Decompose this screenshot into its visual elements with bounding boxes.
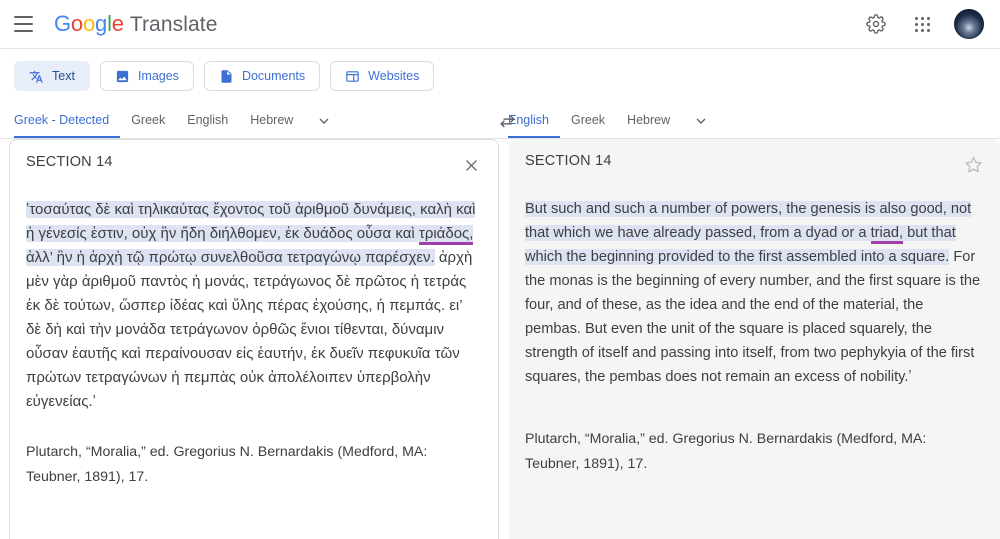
language-bar: Greek - Detected Greek English Hebrew En… [0, 103, 1000, 139]
top-bar-actions [862, 9, 984, 39]
tab-images-label: Images [137, 69, 179, 83]
source-lang-greek-detected[interactable]: Greek - Detected [14, 103, 121, 138]
source-text-remainder: ἀρχὴ μὲν γὰρ ἀριθμοῦ παντὸς ἡ μονάς, τετ… [26, 249, 473, 410]
target-text-remainder: For the monas is the beginning of every … [525, 249, 981, 385]
google-logo: Google [54, 11, 124, 36]
close-icon[interactable] [460, 154, 482, 176]
source-lang-label: English [187, 112, 229, 127]
image-icon [116, 70, 129, 82]
target-lang-hebrew[interactable]: Hebrew [616, 103, 681, 138]
tab-websites[interactable]: Websites [330, 61, 435, 91]
apps-grid-dots [914, 16, 930, 32]
source-lang-label: Hebrew [250, 112, 294, 127]
star-outline-icon[interactable] [962, 153, 984, 175]
target-lang-label: Greek [571, 112, 606, 127]
mode-tab-bar: Text Images Documents Websites [0, 48, 1000, 103]
source-text-highlighted-2: ἀλλ’ ἣν ἡ ἀρχὴ τῷ πρώτῳ συνελθοῦσα τετρα… [26, 249, 435, 266]
source-text-content[interactable]: ʽτοσαύτας δὲ καὶ τηλικαύτας ἔχοντος τοῦ … [10, 176, 498, 414]
source-panel-title: SECTION 14 [26, 154, 113, 170]
tab-documents[interactable]: Documents [203, 61, 321, 91]
target-text-underlined: triad, [870, 225, 904, 244]
apps-grid-icon[interactable] [908, 10, 936, 38]
swap-languages-button[interactable] [490, 103, 524, 139]
source-language-selector: Greek - Detected Greek English Hebrew [0, 103, 486, 138]
swap-horizontal-icon [499, 114, 515, 128]
source-text-panel: SECTION 14 ʽτοσαύτας δὲ καὶ τηλικαύτας ἔ… [9, 139, 499, 539]
target-text-content[interactable]: But such and such a number of powers, th… [509, 175, 1000, 389]
product-name: Translate [129, 13, 218, 36]
website-icon [346, 70, 359, 82]
source-lang-greek[interactable]: Greek [120, 103, 176, 138]
chevron-down-icon [696, 118, 706, 124]
target-panel-title: SECTION 14 [525, 153, 612, 169]
tab-websites-label: Websites [368, 69, 420, 83]
hamburger-menu-icon[interactable] [14, 11, 40, 37]
source-citation: Plutarch, “Moralia,” ed. Gregorius N. Be… [26, 444, 428, 485]
source-lang-label: Greek - Detected [14, 112, 110, 127]
source-text-underlined: τριάδος, [418, 225, 474, 245]
translate-text-icon [29, 70, 43, 83]
target-more-languages-button[interactable] [681, 103, 721, 138]
tab-text-label: Text [52, 69, 75, 83]
user-avatar[interactable] [954, 9, 984, 39]
target-citation: Plutarch, “Moralia,” ed. Gregorius N. Be… [525, 431, 927, 472]
chevron-down-icon [319, 118, 329, 124]
document-icon [221, 69, 232, 83]
source-lang-label: Greek [131, 112, 166, 127]
source-panel-header: SECTION 14 [10, 140, 498, 176]
source-lang-english[interactable]: English [176, 103, 239, 138]
target-panel-header: SECTION 14 [509, 139, 1000, 175]
google-translate-brand[interactable]: Google Translate [54, 11, 217, 37]
target-text-panel: SECTION 14 But such and such a number of… [509, 139, 1000, 539]
tab-images[interactable]: Images [99, 61, 194, 91]
tab-documents-label: Documents [241, 69, 306, 83]
translation-panels: SECTION 14 ʽτοσαύτας δὲ καὶ τηλικαύτας ἔ… [0, 139, 1000, 539]
target-lang-greek[interactable]: Greek [560, 103, 616, 138]
source-lang-hebrew[interactable]: Hebrew [239, 103, 304, 138]
target-lang-label: Hebrew [627, 112, 671, 127]
gear-icon[interactable] [862, 10, 890, 38]
tab-text[interactable]: Text [14, 61, 90, 91]
source-more-languages-button[interactable] [304, 103, 344, 138]
source-text-highlighted: ʽτοσαύτας δὲ καὶ τηλικαύτας ἔχοντος τοῦ … [26, 201, 476, 242]
top-bar: Google Translate [0, 0, 1000, 48]
